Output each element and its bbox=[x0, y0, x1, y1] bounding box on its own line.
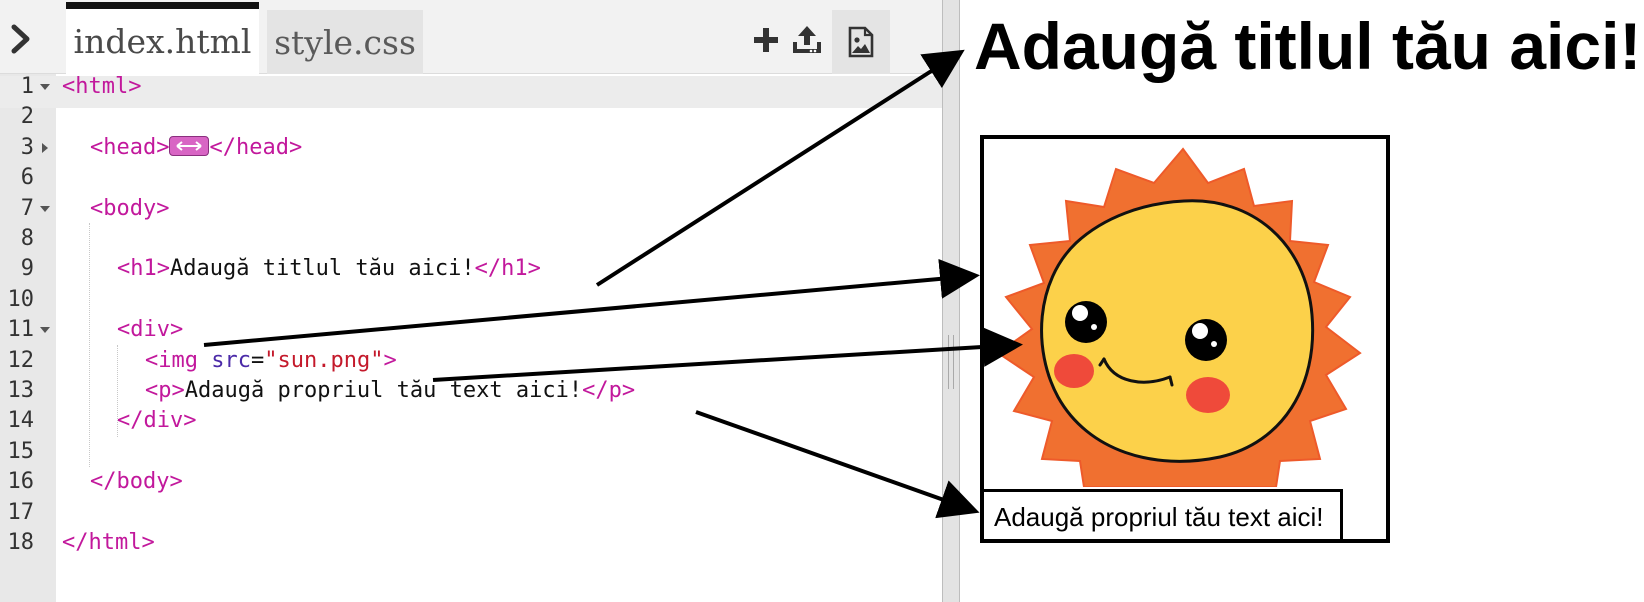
h1-text: Adaugă titlul tău aici! bbox=[169, 256, 475, 281]
line-number: 6 bbox=[20, 165, 34, 190]
p-open-tag: <p> bbox=[145, 378, 185, 403]
line-number: 7 bbox=[20, 196, 34, 221]
preview-pane: Adaugă titlul tău aici! Adaugă propriul … bbox=[960, 0, 1644, 602]
upload-icon[interactable] bbox=[789, 22, 825, 58]
image-icon[interactable] bbox=[832, 10, 890, 74]
code-line-7[interactable]: <body> bbox=[90, 193, 169, 225]
line-number: 16 bbox=[7, 469, 35, 494]
p-text: Adaugă propriul tău text aici! bbox=[184, 378, 583, 403]
code-line-16[interactable]: </body> bbox=[90, 466, 183, 498]
div-open-tag: <div> bbox=[117, 317, 184, 342]
code-line-1[interactable]: <html> bbox=[62, 71, 141, 103]
tab-index-html[interactable]: index.html bbox=[66, 2, 259, 74]
html-open-tag: <html> bbox=[62, 74, 142, 99]
body-close-tag: </body> bbox=[90, 469, 183, 494]
equals-sign: = bbox=[250, 348, 265, 373]
line-number: 3 bbox=[20, 135, 34, 160]
preview-heading: Adaugă titlul tău aici! bbox=[974, 9, 1642, 83]
div-close-tag: </div> bbox=[117, 408, 197, 433]
head-open-tag: <head> bbox=[90, 135, 170, 160]
line-number: 18 bbox=[7, 530, 35, 555]
folded-code-widget[interactable] bbox=[169, 136, 210, 156]
smiling-sun-image bbox=[996, 147, 1362, 487]
line-number: 8 bbox=[20, 226, 34, 251]
tab-style-css[interactable]: style.css bbox=[267, 10, 423, 74]
head-close-tag: </head> bbox=[209, 135, 303, 160]
code-line-3[interactable]: <head> </head> bbox=[90, 132, 302, 164]
fold-down-icon[interactable] bbox=[40, 314, 50, 346]
line-number: 12 bbox=[7, 348, 35, 373]
fold-down-icon[interactable] bbox=[40, 71, 50, 103]
h1-open-tag: <h1> bbox=[117, 256, 170, 281]
code-line-11[interactable]: <div> bbox=[117, 314, 183, 346]
resize-grip-icon bbox=[948, 335, 954, 389]
preview-div-box: Adaugă propriul tău text aici! bbox=[980, 135, 1390, 543]
code-line-18[interactable]: </html> bbox=[62, 527, 155, 559]
line-number: 9 bbox=[20, 256, 34, 281]
line-number: 14 bbox=[7, 408, 35, 433]
fold-right-icon[interactable] bbox=[40, 132, 50, 164]
plus-icon[interactable] bbox=[748, 22, 784, 58]
line-number: 17 bbox=[7, 500, 35, 525]
h1-close-tag: </h1> bbox=[474, 256, 541, 281]
tab-bar: index.html style.css bbox=[0, 0, 942, 74]
indent-guide bbox=[89, 223, 90, 467]
src-value: "sun.png" bbox=[264, 348, 384, 373]
line-number: 11 bbox=[7, 317, 35, 342]
img-close-bracket: > bbox=[383, 348, 397, 373]
chevron-right-icon[interactable] bbox=[6, 22, 36, 56]
line-number: 2 bbox=[20, 104, 34, 129]
pane-resize-handle[interactable] bbox=[942, 0, 960, 602]
html-close-tag: </html> bbox=[62, 530, 155, 555]
img-open-tag: <img bbox=[145, 348, 212, 373]
src-attribute: src bbox=[211, 348, 251, 373]
line-number: 10 bbox=[7, 287, 35, 312]
preview-paragraph: Adaugă propriul tău text aici! bbox=[984, 489, 1343, 539]
body-open-tag: <body> bbox=[90, 196, 170, 221]
line-number: 13 bbox=[7, 378, 35, 403]
code-editor-pane: index.html style.css 1 2 3 6 7 8 9 10 11… bbox=[0, 0, 942, 602]
code-line-13[interactable]: <p>Adaugă propriul tău text aici!</p> bbox=[145, 375, 635, 407]
code-line-14[interactable]: </div> bbox=[117, 405, 196, 437]
code-line-9[interactable]: <h1>Adaugă titlul tău aici!</h1> bbox=[117, 253, 541, 285]
line-number: 15 bbox=[7, 439, 35, 464]
fold-down-icon[interactable] bbox=[40, 193, 50, 225]
code-line-12[interactable]: <img src="sun.png"> bbox=[145, 345, 397, 377]
line-number: 1 bbox=[20, 74, 34, 99]
p-close-tag: </p> bbox=[582, 378, 636, 403]
